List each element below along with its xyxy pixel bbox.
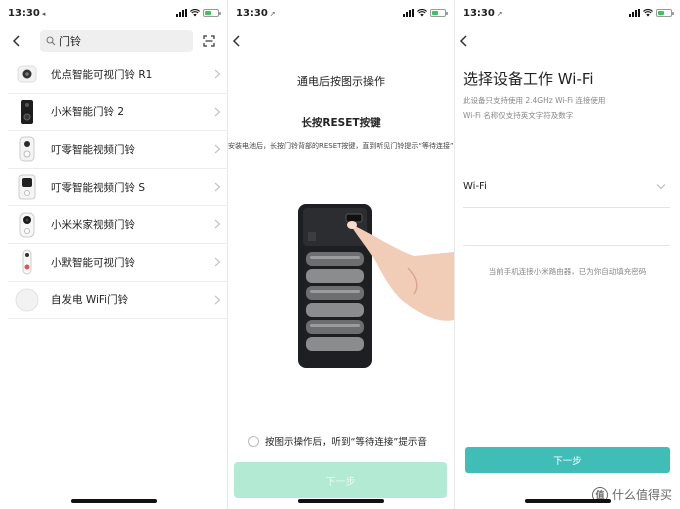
doorbell-white-icon	[8, 134, 46, 164]
signal-icon	[403, 9, 414, 17]
device-label: 叮零智能视频门铃 S	[51, 181, 146, 194]
wifi-requirements: 此设备只支持使用 2.4GHz Wi-Fi 连接使用 Wi-Fi 名称仅支持英文…	[463, 93, 605, 123]
device-list: 优点智能可视门铃 R1 小米智能门铃 2 叮零智能视频门铃 叮零智能视频门铃 S…	[8, 56, 227, 320]
device-search-screen: 13:30◂ 门铃 优点智能可视门铃 R1 小米智能门铃 2 叮零智能视频门铃	[0, 0, 227, 509]
scan-icon[interactable]	[203, 35, 215, 47]
wifi-select-screen: 13:30 ➚ 选择设备工作 Wi-Fi 此设备只支持使用 2.4GHz Wi-F…	[455, 0, 680, 509]
location-icon: ➚	[496, 10, 503, 18]
status-bar: 13:30 ◂	[0, 6, 227, 22]
wifi-select-label: Wi-Fi	[463, 181, 487, 192]
status-time: 13:30 ◂	[8, 8, 46, 19]
search-icon	[46, 36, 56, 46]
back-arrow-icon[interactable]	[457, 34, 471, 48]
requirement-line: Wi-Fi 名称仅支持英文字符及数字	[463, 111, 574, 120]
list-item[interactable]: 小默智能可视门铃	[8, 244, 227, 282]
next-button[interactable]: 下一步	[465, 447, 670, 473]
location-icon: ◂	[41, 10, 46, 18]
doorbell-square-icon	[8, 172, 46, 202]
signal-icon	[176, 9, 187, 17]
confirm-label: 按图示操作后，听到“等待连接”提示音	[265, 437, 427, 448]
reset-instruction-screen: 13:30 ➚ 通电后按图示操作 长按RESET按键 安装电池后，长按门铃背部的R…	[228, 0, 454, 509]
requirement-line: 此设备只支持使用 2.4GHz Wi-Fi 连接使用	[463, 96, 606, 105]
location-icon: ➚	[269, 10, 276, 18]
wifi-icon	[643, 9, 653, 17]
doorbell-slim-icon	[8, 247, 46, 277]
back-arrow-icon[interactable]	[10, 34, 24, 48]
back-arrow-icon[interactable]	[230, 34, 244, 48]
chevron-right-icon	[214, 219, 221, 229]
password-field[interactable]	[463, 245, 670, 246]
device-label: 小米米家视频门铃	[51, 219, 135, 232]
device-label: 优点智能可视门铃 R1	[51, 68, 153, 81]
watermark-text: 什么值得买	[611, 488, 672, 502]
chevron-right-icon	[214, 295, 221, 305]
wifi-icon	[417, 9, 427, 17]
status-bar: 13:30 ➚	[455, 6, 680, 22]
page-title: 通电后按图示操作	[297, 75, 385, 88]
list-item[interactable]: 自发电 WiFi门铃	[8, 282, 227, 320]
list-item[interactable]: 小米智能门铃 2	[8, 94, 227, 132]
search-value: 门铃	[59, 35, 81, 48]
list-item[interactable]: 叮零智能视频门铃	[8, 131, 227, 169]
autofill-note: 当前手机连接小米路由器，已为你自动填充密码	[488, 267, 647, 276]
home-indicator[interactable]	[524, 499, 611, 503]
chevron-right-icon	[214, 69, 221, 79]
signal-icon	[629, 9, 640, 17]
battery-icon	[656, 9, 674, 17]
device-label: 小默智能可视门铃	[51, 256, 135, 269]
search-input[interactable]: 门铃	[40, 30, 193, 52]
divider	[463, 207, 670, 208]
battery-icon	[203, 9, 221, 17]
wifi-icon	[190, 9, 200, 17]
confirm-checkbox[interactable]: 按图示操作后，听到“等待连接”提示音	[248, 434, 427, 448]
doorbell-camera-icon	[8, 210, 46, 240]
doorbell-reset-illustration	[298, 204, 454, 368]
chevron-right-icon	[214, 107, 221, 117]
list-item[interactable]: 优点智能可视门铃 R1	[8, 56, 227, 94]
wifi-select[interactable]: Wi-Fi	[463, 181, 670, 192]
list-item[interactable]: 叮零智能视频门铃 S	[8, 169, 227, 207]
chevron-right-icon	[214, 182, 221, 192]
doorbell-black-icon	[8, 97, 46, 127]
doorbell-disc-icon	[8, 285, 46, 315]
status-bar: 13:30 ➚	[228, 6, 454, 22]
chevron-down-icon	[656, 184, 666, 190]
list-item[interactable]: 小米米家视频门铃	[8, 206, 227, 244]
status-time: 13:30 ➚	[463, 8, 503, 19]
next-button-disabled[interactable]: 下一步	[234, 462, 447, 498]
chevron-right-icon	[214, 144, 221, 154]
chevron-right-icon	[214, 257, 221, 267]
status-time: 13:30 ➚	[236, 8, 276, 19]
page-title: 选择设备工作 Wi-Fi	[463, 70, 594, 88]
device-label: 自发电 WiFi门铃	[51, 294, 129, 307]
device-label: 小米智能门铃 2	[51, 106, 125, 119]
page-subtitle: 长按RESET按键	[301, 117, 381, 129]
device-label: 叮零智能视频门铃	[51, 143, 135, 156]
radio-circle-icon[interactable]	[248, 435, 259, 447]
battery-icon	[430, 9, 448, 17]
instruction-text: 安装电池后，长按门铃背部的RESET按键，直到听见门铃提示“等待连接”	[228, 142, 454, 150]
home-indicator[interactable]	[298, 499, 384, 503]
home-indicator[interactable]	[70, 499, 157, 503]
doorbell-round-icon	[8, 59, 46, 89]
